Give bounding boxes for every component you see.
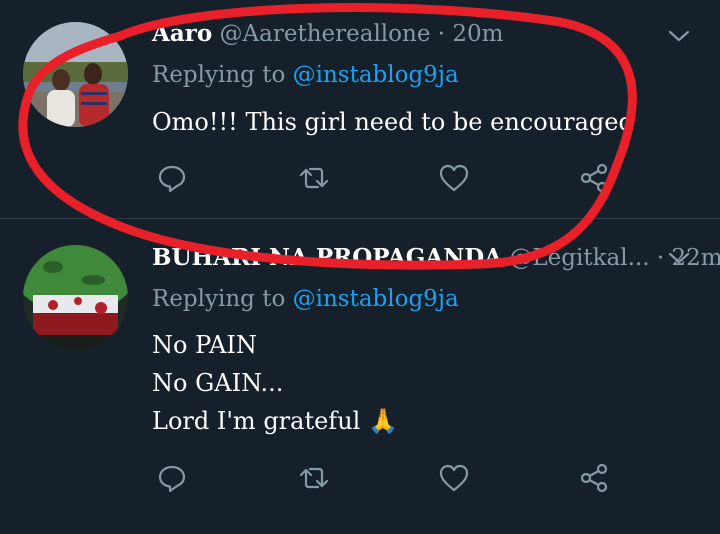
replying-to: Replying to @instablog9ja (152, 286, 459, 312)
tweet-header: BUHARI NA PROPAGANDA @Legitkal... · 22m (152, 244, 720, 271)
user-handle[interactable]: @Aarethereallone (220, 21, 431, 47)
avatar[interactable] (23, 245, 128, 350)
mention-link[interactable]: @instablog9ja (293, 62, 459, 88)
share-icon[interactable] (578, 162, 610, 194)
tweet-text-line: Omo!!! This girl need to be encouraged (152, 108, 634, 136)
tweet-actions (0, 458, 720, 498)
replying-to: Replying to @instablog9ja (152, 62, 459, 88)
user-handle[interactable]: @Legitkal... (509, 245, 649, 271)
tweet-header: Aaro @Aarethereallone · 20m (152, 20, 503, 47)
tweet-text-line: No PAIN (152, 331, 257, 359)
tweet-text: Omo!!! This girl need to be encouraged (152, 103, 634, 141)
tweet-text: No PAIN No GAIN... Lord I'm grateful 🙏 (152, 326, 398, 440)
mention-link[interactable]: @instablog9ja (293, 286, 459, 312)
like-icon[interactable] (438, 162, 470, 194)
tweet-divider (0, 218, 720, 219)
tweet-text-line: Lord I'm grateful 🙏 (152, 407, 398, 435)
avatar[interactable] (23, 22, 128, 127)
reply-icon[interactable] (156, 162, 188, 194)
reply-icon[interactable] (156, 462, 188, 494)
separator-dot: · (437, 21, 446, 47)
like-icon[interactable] (438, 462, 470, 494)
chevron-down-icon[interactable] (667, 24, 691, 48)
display-name[interactable]: Aaro (152, 20, 212, 47)
replying-prefix: Replying to (152, 62, 286, 88)
retweet-icon[interactable] (298, 462, 330, 494)
tweet[interactable]: Aaro @Aarethereallone · 20m Replying to … (0, 0, 720, 219)
tweet-actions (0, 158, 720, 198)
timestamp[interactable]: 20m (452, 21, 503, 47)
tweet[interactable]: BUHARI NA PROPAGANDA @Legitkal... · 22m … (0, 220, 720, 534)
share-icon[interactable] (578, 462, 610, 494)
replying-prefix: Replying to (152, 286, 286, 312)
separator-dot: · (656, 245, 665, 271)
chevron-down-icon[interactable] (667, 246, 691, 270)
display-name[interactable]: BUHARI NA PROPAGANDA (152, 244, 502, 271)
retweet-icon[interactable] (298, 162, 330, 194)
tweet-text-line: No GAIN... (152, 369, 284, 397)
